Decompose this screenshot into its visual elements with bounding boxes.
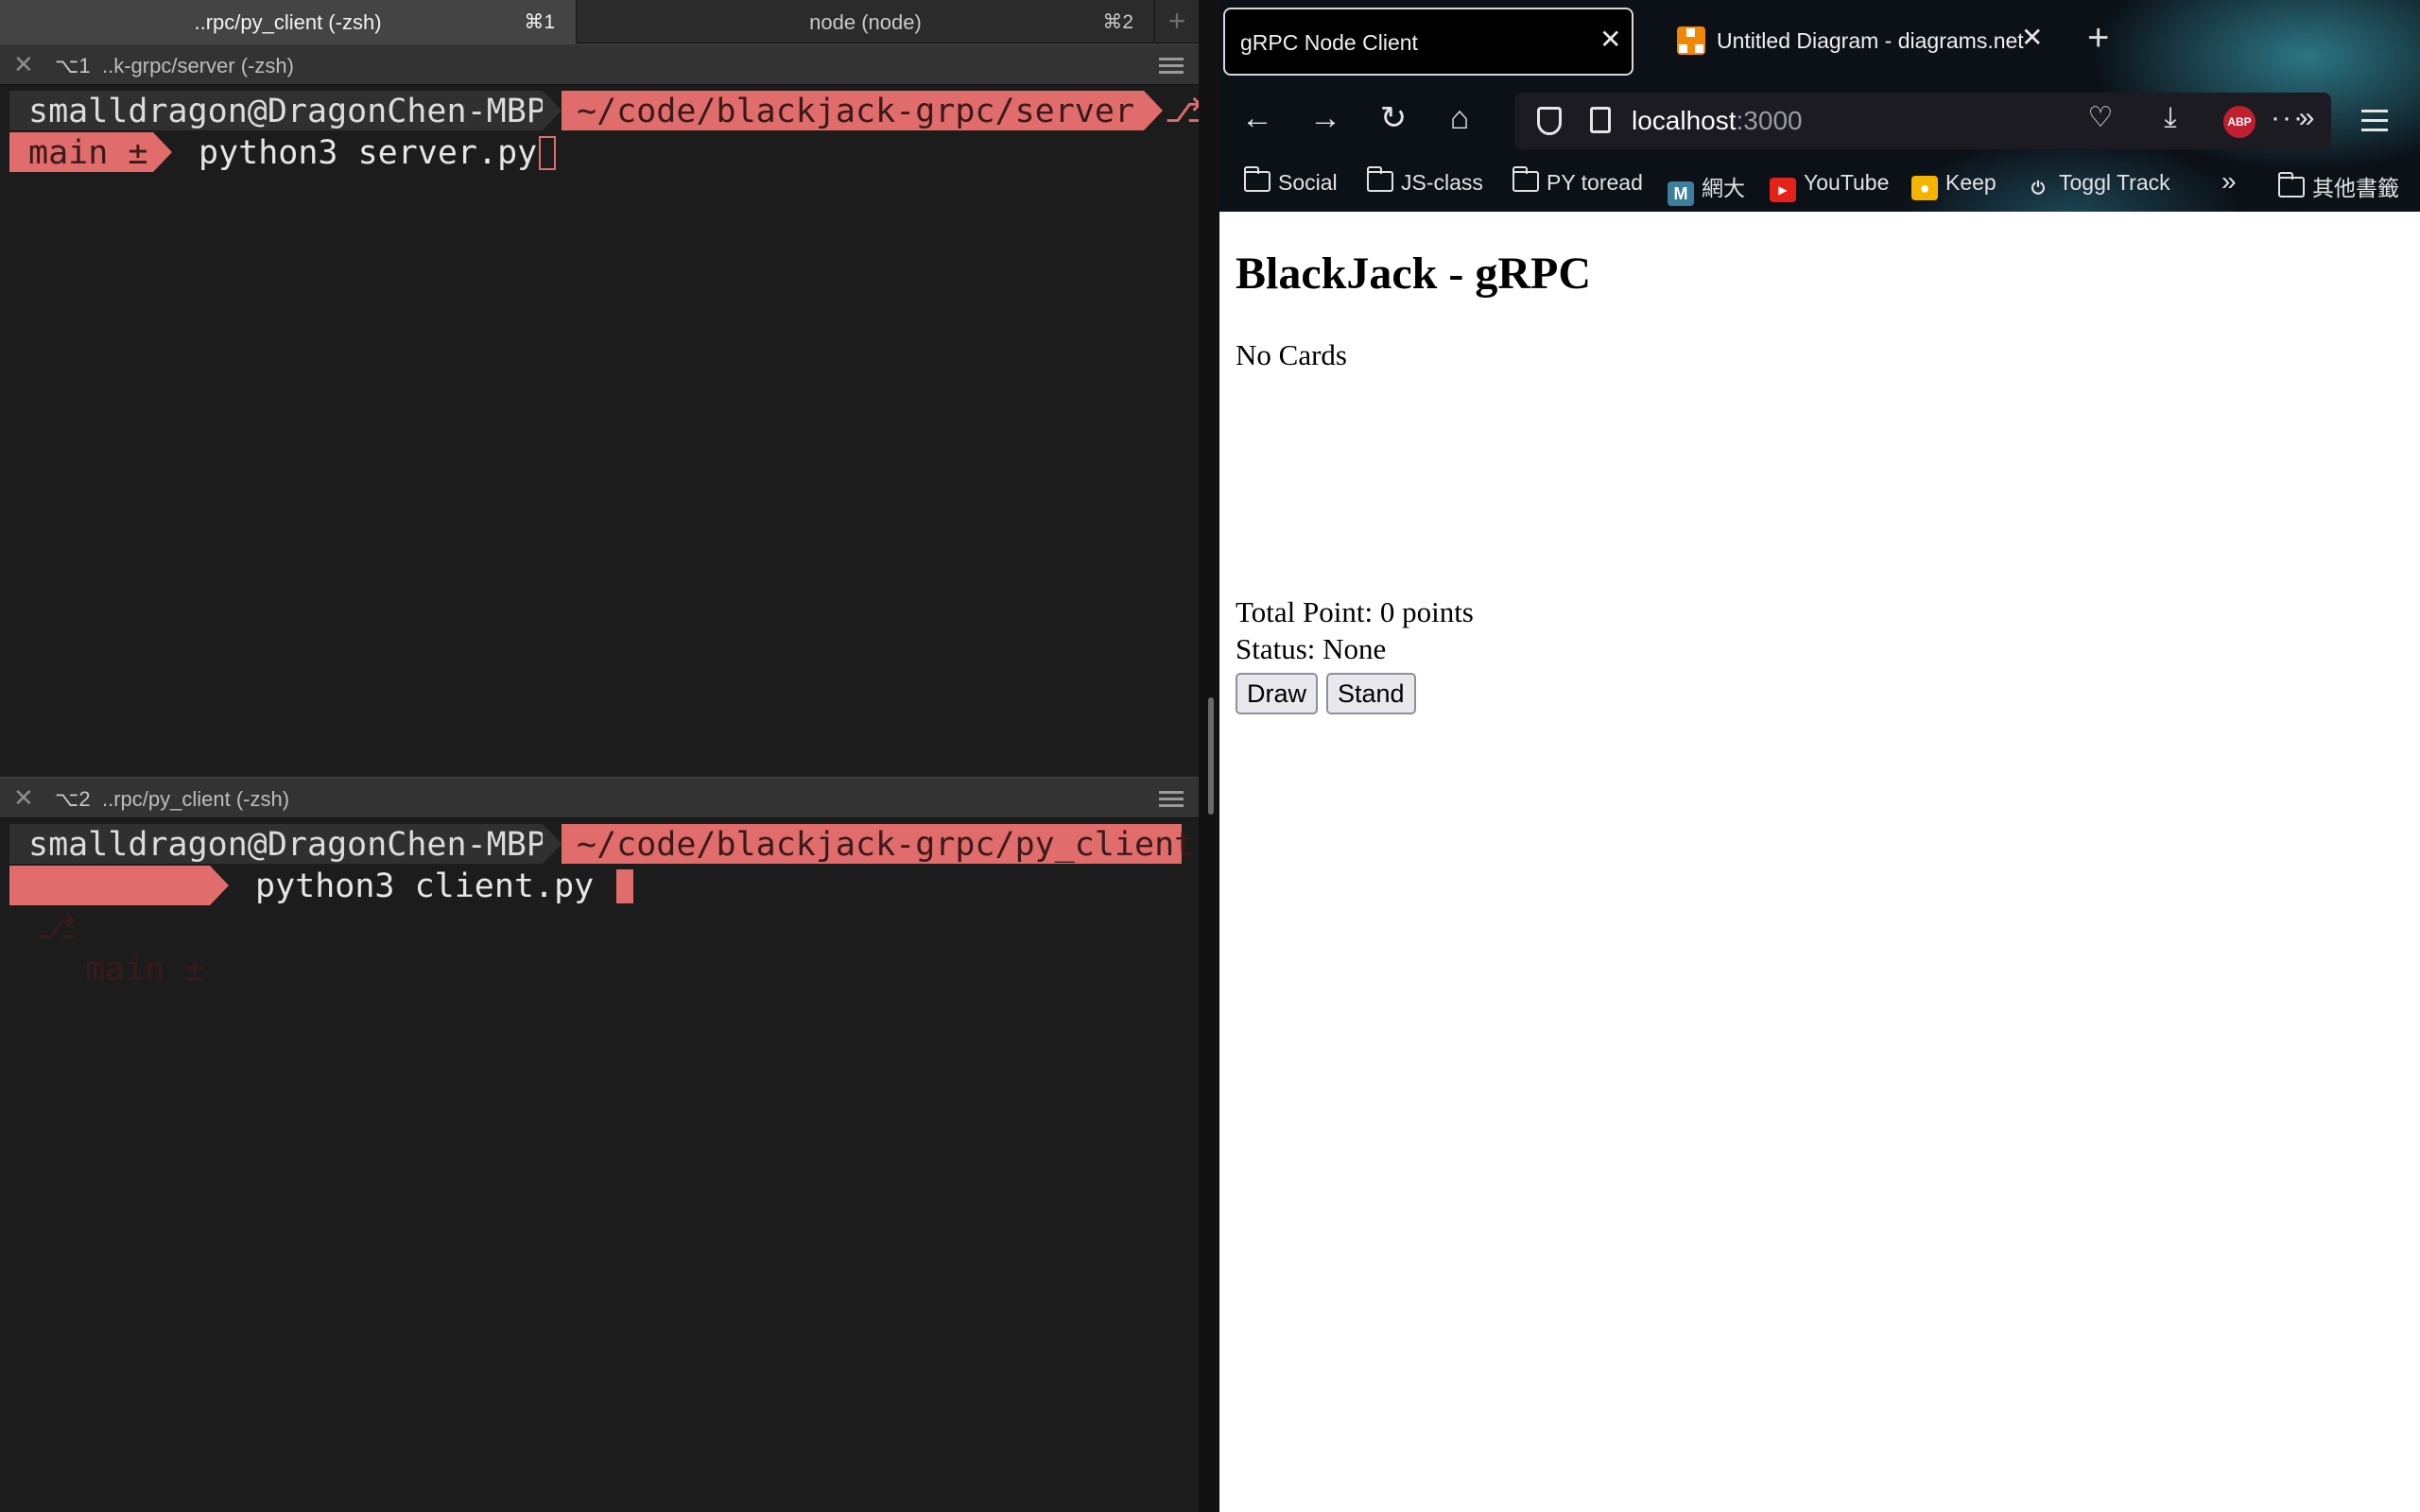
bookmark-other[interactable]: 其他書籤 [2278,170,2399,200]
bookmark-label: Social [1278,170,1338,195]
command-text: python3 server.py [199,134,538,172]
scrollbar[interactable] [1208,697,1214,815]
status-text: Status: None [1236,632,1387,665]
close-icon[interactable]: ✕ [13,783,34,813]
browser-tab-diagrams[interactable]: Untitled Diagram - diagrams.net ✕ [1662,8,2059,76]
stand-button[interactable]: Stand [1326,673,1416,714]
bookmark-js-class[interactable]: JS-class [1367,166,1483,200]
prompt-line-1b: main ± python3 server.py [9,132,1182,174]
pane-title: ..k-grpc/server (-zsh) [102,54,294,77]
back-icon[interactable]: ← [1236,102,1278,134]
bookmark-label: Toggl Track [2059,170,2170,195]
reload-icon[interactable]: ↻ [1373,102,1414,134]
bookmark-youtube[interactable]: ▶ YouTube [1770,170,1890,202]
bookmark-label: PY toread [1547,170,1643,195]
tab-shortcut: ⌘1 [524,11,555,33]
url-port: :3000 [1736,106,1803,135]
shield-icon[interactable] [1537,107,1562,135]
url-text[interactable]: localhost:3000 [1632,106,1803,136]
prompt-separator [210,866,229,905]
folder-icon [1367,166,1393,192]
close-icon[interactable]: ✕ [13,50,34,79]
tab-title: ..rpc/py_client (-zsh) [194,10,382,34]
bookmark-py-toread[interactable]: PY toread [1512,166,1643,200]
bookmark-label: YouTube [1804,170,1890,195]
bookmark-label: 網大 [1702,176,1745,200]
folder-icon [1244,166,1270,192]
download-icon[interactable]: ⤓ [2150,102,2191,134]
new-tab-icon[interactable]: + [2087,19,2109,57]
bookmark-label: Keep [1945,170,1996,195]
m-icon: M [1668,181,1694,206]
command-text: python3 client.py 1 [255,868,634,905]
menu-icon[interactable] [1159,791,1184,808]
git-branch-icon: ⎇ [1165,93,1203,130]
bookmark-keep[interactable]: ● Keep [1911,170,1996,200]
cards-text: No Cards [1236,338,1347,371]
close-icon[interactable]: ✕ [1599,24,1621,55]
prompt-path: ~/code/blackjack-grpc/py_client [562,824,1194,864]
bookmark-label: 其他書籤 [2312,176,2399,200]
pocket-icon[interactable]: ♡ [2080,102,2121,134]
page-info-icon[interactable] [1590,107,1611,133]
page-title: BlackJack - gRPC [1236,249,1591,299]
bookmark-toggl[interactable]: ⏻ Toggl Track [2025,170,2170,200]
adblock-icon[interactable]: ABP [2223,106,2256,138]
bookmark-social[interactable]: Social [1244,166,1338,200]
tab-title: gRPC Node Client [1240,30,1418,55]
pane-header-2: ✕ ⌥2 ..rpc/py_client (-zsh) [0,777,1199,818]
browser-tab-grpc[interactable]: gRPC Node Client ✕ [1223,8,1634,76]
prompt-user: smalldragon@DragonChen-MBP [9,824,546,864]
prompt-line-2: smalldragon@DragonChen-MBP ~/code/blackj… [9,824,1194,866]
tab-shortcut: ⌘2 [1102,11,1133,33]
pane-header-1: ✕ ⌥1 ..k-grpc/server (-zsh) [0,43,1199,85]
terminal-window: ..rpc/py_client (-zsh) ⌘1 node (node) ⌘2… [0,0,1203,1512]
folder-icon [2278,172,2305,198]
terminal-tab-1[interactable]: ..rpc/py_client (-zsh) ⌘1 [0,0,577,43]
draw-button[interactable]: Draw [1236,673,1319,714]
drawio-icon [1677,26,1705,55]
chevron-right-icon[interactable]: » [2221,166,2237,197]
tab-title: Untitled Diagram - diagrams.net [1717,28,2024,53]
git-branch-icon: ⎇ [38,909,77,947]
home-icon[interactable]: ⌂ [1439,102,1480,134]
pane-key: ⌥2 [55,787,91,811]
page-content: BlackJack - gRPC No Cards Total Point: 0… [1219,212,2420,1512]
menu-icon[interactable] [2361,110,2388,138]
menu-icon[interactable] [1159,58,1184,75]
prompt-branch: main ± [85,951,205,988]
terminal-tab-2[interactable]: node (node) ⌘2 [577,0,1155,43]
toggl-icon: ⏻ [2031,179,2046,198]
url-host: localhost [1632,106,1737,135]
bookmark-wangda[interactable]: M 網大 [1668,170,1745,206]
prompt-branch: main ± [9,132,153,172]
prompt-line-1: smalldragon@DragonChen-MBP ~/code/blackj… [9,91,1203,132]
browser-window: gRPC Node Client ✕ Untitled Diagram - di… [1219,0,2420,1512]
browser-chrome: gRPC Node Client ✕ Untitled Diagram - di… [1219,0,2420,212]
prompt-separator [1144,91,1163,130]
prompt-line-2b: ⎇ main ± python3 client.py 1 [9,866,1182,988]
youtube-icon: ▶ [1770,178,1796,202]
bookmark-label: JS-class [1401,170,1483,195]
address-bar[interactable]: localhost:3000 ··· [1514,93,2331,149]
terminal-cursor [616,869,633,903]
overflow-icon[interactable]: » [2286,102,2327,134]
folder-icon [1512,166,1539,192]
close-icon[interactable]: ✕ [2021,22,2043,53]
prompt-separator [543,91,562,130]
prompt-path: ~/code/blackjack-grpc/server [562,91,1144,130]
prompt-separator [153,132,172,172]
prompt-branch-segment: ⎇ main ± [9,866,210,988]
prompt-user: smalldragon@DragonChen-MBP [9,91,546,130]
terminal-tab-bar: ..rpc/py_client (-zsh) ⌘1 node (node) ⌘2… [0,0,1199,43]
prompt-separator [543,824,562,864]
tab-title: node (node) [809,10,922,34]
plus-icon[interactable]: + [1155,0,1199,43]
forward-icon[interactable]: → [1305,102,1346,134]
terminal-cursor [539,136,556,170]
pane-key: ⌥1 [55,54,91,77]
keep-icon: ● [1911,176,1938,200]
total-points: Total Point: 0 points [1236,595,1474,628]
pane-title: ..rpc/py_client (-zsh) [102,787,290,811]
